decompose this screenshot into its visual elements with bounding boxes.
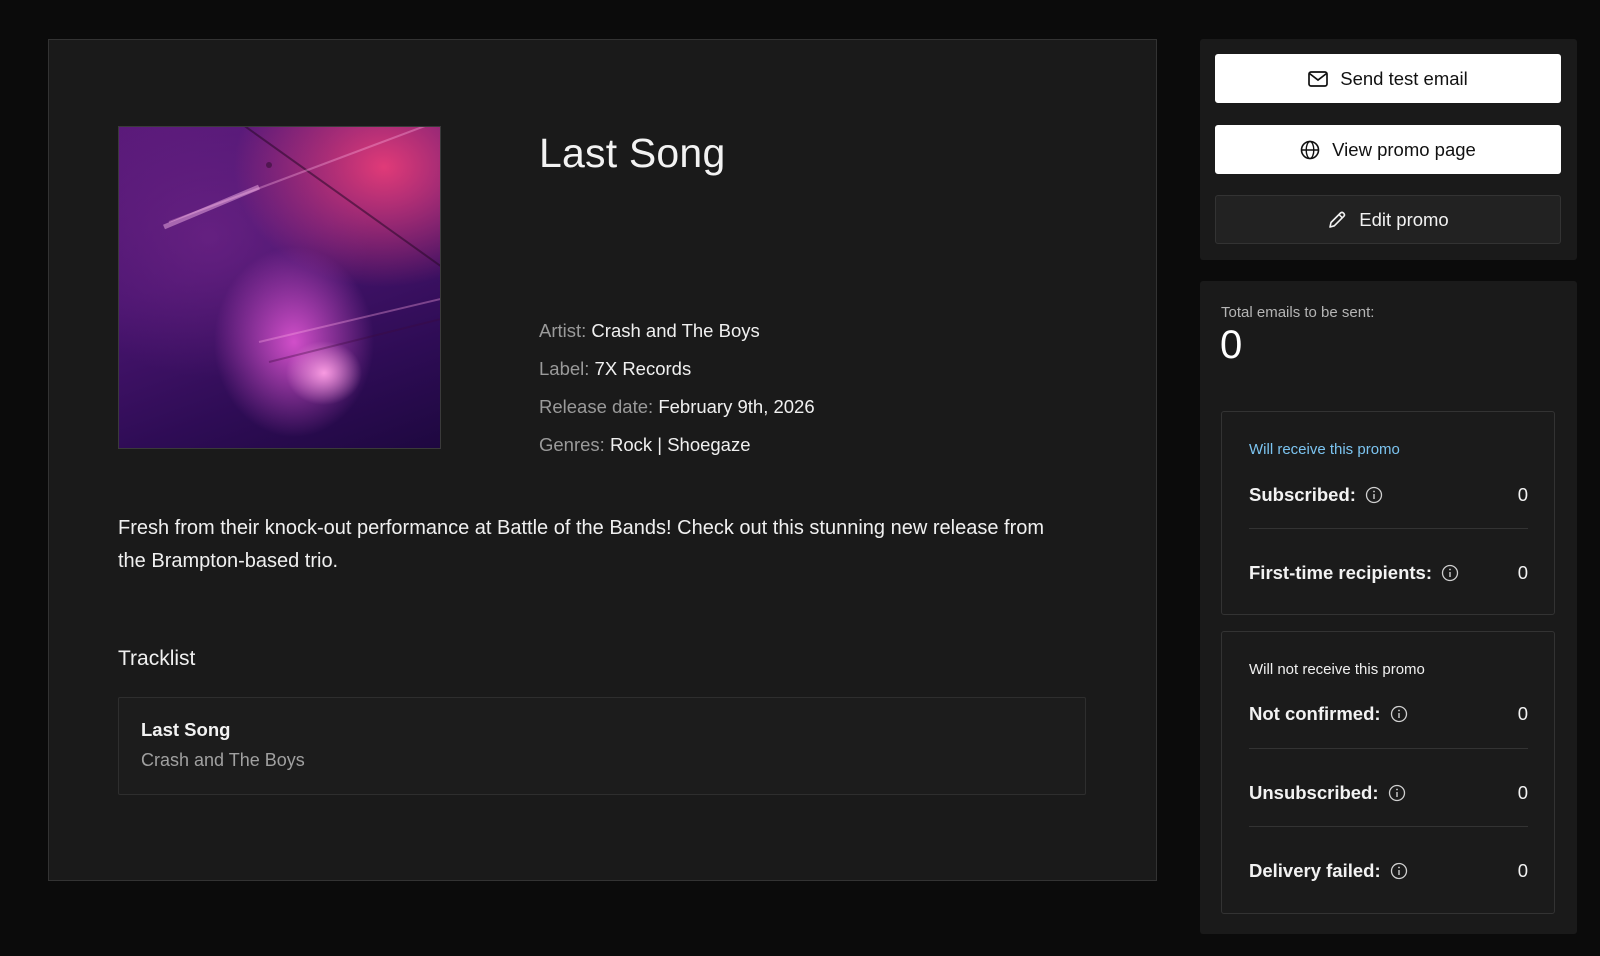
meta-label-label: Label: (539, 358, 590, 379)
stat-unsubscribed: Unsubscribed: 0 (1249, 778, 1528, 808)
will-receive-title: Will receive this promo (1249, 441, 1400, 458)
send-test-email-button[interactable]: Send test email (1215, 54, 1561, 103)
info-icon[interactable] (1388, 784, 1406, 802)
info-icon[interactable] (1390, 705, 1408, 723)
stat-delivery-failed: Delivery failed: 0 (1249, 856, 1528, 886)
meta-artist-label: Artist: (539, 320, 587, 341)
edit-promo-label: Edit promo (1359, 208, 1449, 230)
stat-divider (1249, 528, 1528, 529)
meta-genres-label: Genres: (539, 434, 605, 455)
info-icon[interactable] (1365, 486, 1383, 504)
info-icon[interactable] (1441, 564, 1459, 582)
meta-genres-row: Genres: Rock | Shoegaze (539, 426, 815, 464)
mail-icon (1308, 70, 1329, 87)
stat-divider (1249, 748, 1528, 749)
meta-release-label: Release date: (539, 396, 654, 417)
will-not-receive-title: Will not receive this promo (1249, 661, 1425, 678)
meta-release-row: Release date: February 9th, 2026 (539, 388, 815, 426)
stat-unsubscribed-label: Unsubscribed: (1249, 782, 1379, 803)
meta-release-value: February 9th, 2026 (658, 396, 815, 417)
meta-label-row: Label: 7X Records (539, 350, 815, 388)
stat-unsubscribed-value: 0 (1517, 782, 1528, 803)
pencil-icon (1329, 211, 1346, 228)
stat-first-time-recipients: First-time recipients: 0 (1249, 558, 1528, 588)
track-item: Last Song Crash and The Boys (118, 697, 1086, 795)
stat-delivery-failed-value: 0 (1517, 860, 1528, 881)
stat-divider (1249, 826, 1528, 827)
edit-promo-button[interactable]: Edit promo (1215, 195, 1561, 244)
view-promo-page-label: View promo page (1332, 138, 1476, 160)
album-cover-image (118, 126, 441, 449)
stat-not-confirmed-label: Not confirmed: (1249, 703, 1381, 724)
meta-artist-row: Artist: Crash and The Boys (539, 312, 815, 350)
recipients-stats-panel: Total emails to be sent: 0 Will receive … (1200, 281, 1577, 934)
globe-icon (1300, 140, 1320, 159)
promo-preview-card: Last Song Artist: Crash and The Boys Lab… (48, 39, 1157, 881)
will-receive-group: Will receive this promo Subscribed: 0 Fi… (1221, 411, 1555, 615)
stat-subscribed-value: 0 (1517, 484, 1528, 505)
meta-label-value: 7X Records (594, 358, 692, 379)
promo-title: Last Song (539, 130, 726, 176)
stat-subscribed-label: Subscribed: (1249, 484, 1356, 505)
actions-panel: Send test email View promo page Edit pro… (1200, 39, 1577, 260)
tracklist-heading: Tracklist (118, 647, 196, 670)
release-metadata: Artist: Crash and The Boys Label: 7X Rec… (539, 312, 815, 464)
total-emails-label: Total emails to be sent: (1221, 304, 1375, 321)
stat-not-confirmed-value: 0 (1517, 703, 1528, 724)
view-promo-page-button[interactable]: View promo page (1215, 125, 1561, 174)
total-emails-value: 0 (1220, 323, 1243, 367)
promo-preview-page: Last Song Artist: Crash and The Boys Lab… (0, 0, 1600, 956)
stat-first-time-label: First-time recipients: (1249, 562, 1432, 583)
promo-description: Fresh from their knock-out performance a… (118, 517, 1045, 572)
stat-delivery-failed-label: Delivery failed: (1249, 860, 1381, 881)
will-not-receive-group: Will not receive this promo Not confirme… (1221, 631, 1555, 914)
send-test-email-label: Send test email (1340, 67, 1468, 89)
track-artist: Crash and The Boys (141, 750, 305, 770)
meta-artist-value: Crash and The Boys (591, 320, 760, 341)
stat-first-time-value: 0 (1517, 562, 1528, 583)
meta-genres-value: Rock | Shoegaze (609, 434, 751, 455)
track-title: Last Song (141, 719, 231, 740)
stat-subscribed: Subscribed: 0 (1249, 480, 1528, 510)
info-icon[interactable] (1390, 862, 1408, 880)
stat-not-confirmed: Not confirmed: 0 (1249, 699, 1528, 729)
